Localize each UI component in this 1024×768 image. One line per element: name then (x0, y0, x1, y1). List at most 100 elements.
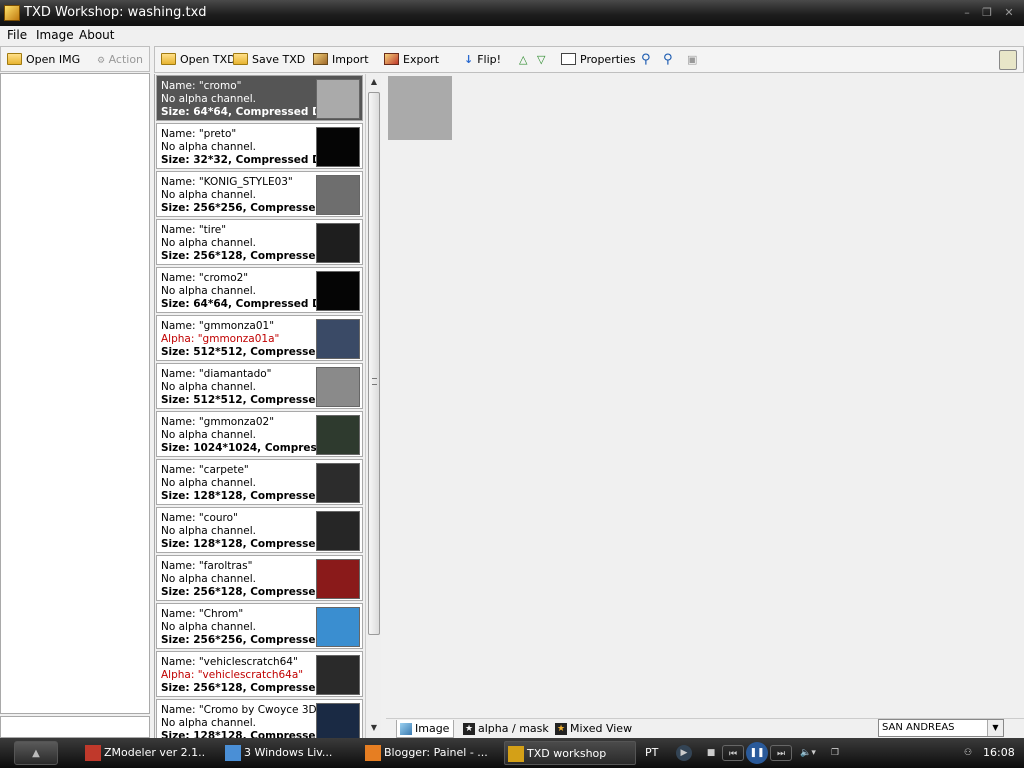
texture-item[interactable]: Name: "diamantado" No alpha channel. Size:… (156, 363, 363, 409)
texture-item[interactable]: Name: "KONIG_STYLE03" No alpha channel. Si… (156, 171, 363, 217)
scrollbar-thumb[interactable] (368, 92, 380, 635)
texture-item[interactable]: Name: "faroltras" No alpha channel. Size: … (156, 555, 363, 601)
start-icon: ▲ (32, 748, 40, 759)
texture-size: Size: 256*128, Compressed (161, 250, 324, 262)
texture-item[interactable]: Name: "cromo2" No alpha channel. Size: 64*… (156, 267, 363, 313)
export-label: Export (403, 53, 440, 66)
open-txd-label: Open TXD (180, 53, 236, 66)
taskbar-app-icon (85, 745, 101, 761)
tab-mixed[interactable]: ★ Mixed View (552, 720, 632, 738)
texture-thumbnail (316, 463, 360, 503)
folder-icon (161, 53, 176, 65)
texture-item[interactable]: Name: "couro" No alpha channel. Size: 128*… (156, 507, 363, 553)
texture-item[interactable]: Name: "preto" No alpha channel. Size: 32*3… (156, 123, 363, 169)
import-label: Import (332, 53, 369, 66)
image-view (386, 74, 1024, 718)
menu-bar: File Image About (0, 26, 1024, 44)
scroll-down-icon[interactable]: ▼ (366, 720, 382, 736)
action-button[interactable]: ⚙ Action (97, 51, 143, 69)
language-indicator[interactable]: PT (645, 746, 658, 759)
texture-thumbnail (316, 175, 360, 215)
move-down-button[interactable]: ▽ (537, 51, 545, 69)
export-button[interactable]: Export (384, 51, 439, 69)
texture-item[interactable]: Name: "Cromo by Cwoyce 3D" No alpha chann… (156, 699, 363, 738)
texture-name: Name: "carpete" (161, 464, 249, 476)
clock[interactable]: 16:08 (983, 746, 1015, 759)
restore-player-icon[interactable]: ❐ (830, 745, 840, 761)
texture-thumbnail (316, 367, 360, 407)
texture-thumbnail (316, 271, 360, 311)
tab-image[interactable]: Image (396, 720, 454, 738)
texture-item[interactable]: Name: "vehiclescratch64" Alpha: "vehicles… (156, 651, 363, 697)
texture-alpha-info: No alpha channel. (161, 717, 256, 729)
maximize-button[interactable]: ❐ (978, 6, 996, 20)
taskbar-app-icon (225, 745, 241, 761)
menu-about[interactable]: About (79, 28, 114, 42)
texture-size: Size: 128*128, Compressed (161, 490, 324, 502)
save-txd-button[interactable]: Save TXD (233, 51, 305, 69)
texture-name: Name: "preto" (161, 128, 237, 140)
open-img-button[interactable]: Open IMG (7, 51, 80, 69)
close-button[interactable]: ✕ (1000, 6, 1018, 20)
img-file-list[interactable] (0, 73, 150, 714)
game-select[interactable]: SAN ANDREAS ▼ (878, 719, 1004, 737)
texture-item[interactable]: Name: "Chrom" No alpha channel. Size: 256*… (156, 603, 363, 649)
zoom-out-button[interactable]: ⚲ (663, 51, 673, 69)
media-app-icon[interactable]: ▶ (676, 745, 692, 761)
fit-button[interactable]: ▣ (687, 51, 697, 69)
menu-file[interactable]: File (7, 28, 27, 42)
alpha-star-icon: ★ (463, 723, 475, 735)
menu-image[interactable]: Image (36, 28, 74, 42)
properties-label: Properties (580, 53, 636, 66)
properties-button[interactable]: Properties (561, 51, 636, 69)
previous-icon[interactable]: ⏮ (722, 745, 744, 761)
taskbar-item[interactable]: 3 Windows Liv... (222, 741, 356, 765)
texture-item[interactable]: Name: "gmmonza02" No alpha channel. Size: … (156, 411, 363, 457)
flip-button[interactable]: ↓ Flip! (464, 51, 501, 69)
mixed-star-icon: ★ (555, 723, 567, 735)
stop-icon[interactable]: ■ (704, 745, 718, 761)
network-icon[interactable]: ⚇ (960, 745, 976, 761)
taskbar-item[interactable]: Blogger: Painel - ... (362, 741, 496, 765)
game-select-value: SAN ANDREAS (882, 722, 955, 733)
scroll-up-icon[interactable]: ▲ (366, 74, 382, 90)
texture-name: Name: "gmmonza02" (161, 416, 275, 428)
title-bar: TXD Workshop: washing.txd – ❐ ✕ (0, 0, 1024, 26)
img-search-input[interactable] (0, 716, 150, 738)
minimize-button[interactable]: – (958, 6, 976, 20)
action-icon: ⚙ (97, 56, 106, 66)
texture-item[interactable]: Name: "cromo" No alpha channel. Size: 64*6… (156, 75, 363, 121)
texture-alpha-info: No alpha channel. (161, 237, 256, 249)
pause-icon[interactable]: ❚❚ (746, 742, 768, 764)
taskbar-item-label: 3 Windows Liv... (244, 746, 333, 759)
texture-name: Name: "faroltras" (161, 560, 253, 572)
zoom-in-icon: ⚲ (641, 52, 651, 67)
texture-name: Name: "vehiclescratch64" (161, 656, 298, 668)
zoom-in-button[interactable]: ⚲ (641, 51, 651, 69)
texture-item[interactable]: Name: "gmmonza01" Alpha: "gmmonza01a" Size… (156, 315, 363, 361)
next-icon[interactable]: ⏭ (770, 745, 792, 761)
texture-name: Name: "Chrom" (161, 608, 244, 620)
clipboard-button[interactable] (999, 50, 1017, 70)
texture-item[interactable]: Name: "tire" No alpha channel. Size: 256*1… (156, 219, 363, 265)
taskbar-item[interactable]: ZModeler ver 2.1... (82, 741, 206, 765)
import-icon (313, 53, 328, 65)
open-txd-button[interactable]: Open TXD (161, 51, 236, 69)
properties-icon (561, 53, 576, 65)
texture-name: Name: "cromo" (161, 80, 242, 92)
tab-alpha[interactable]: ★ alpha / mask (460, 720, 549, 738)
start-button[interactable]: ▲ (14, 741, 58, 765)
texture-name: Name: "gmmonza01" (161, 320, 275, 332)
texture-list-scrollbar[interactable]: ▲ ▼ (365, 74, 381, 738)
tab-mixed-label: Mixed View (570, 722, 633, 735)
volume-icon[interactable]: 🔈▾ (796, 745, 820, 761)
move-up-button[interactable]: △ (519, 51, 527, 69)
texture-list[interactable]: Name: "cromo" No alpha channel. Size: 64*6… (154, 74, 381, 738)
taskbar-item[interactable]: TXD workshop (504, 741, 636, 765)
taskbar-app-icon (365, 745, 381, 761)
texture-item[interactable]: Name: "carpete" No alpha channel. Size: 12… (156, 459, 363, 505)
texture-name: Name: "couro" (161, 512, 238, 524)
taskbar-app-icon (508, 746, 524, 762)
chevron-down-icon[interactable]: ▼ (987, 720, 1003, 736)
import-button[interactable]: Import (313, 51, 369, 69)
